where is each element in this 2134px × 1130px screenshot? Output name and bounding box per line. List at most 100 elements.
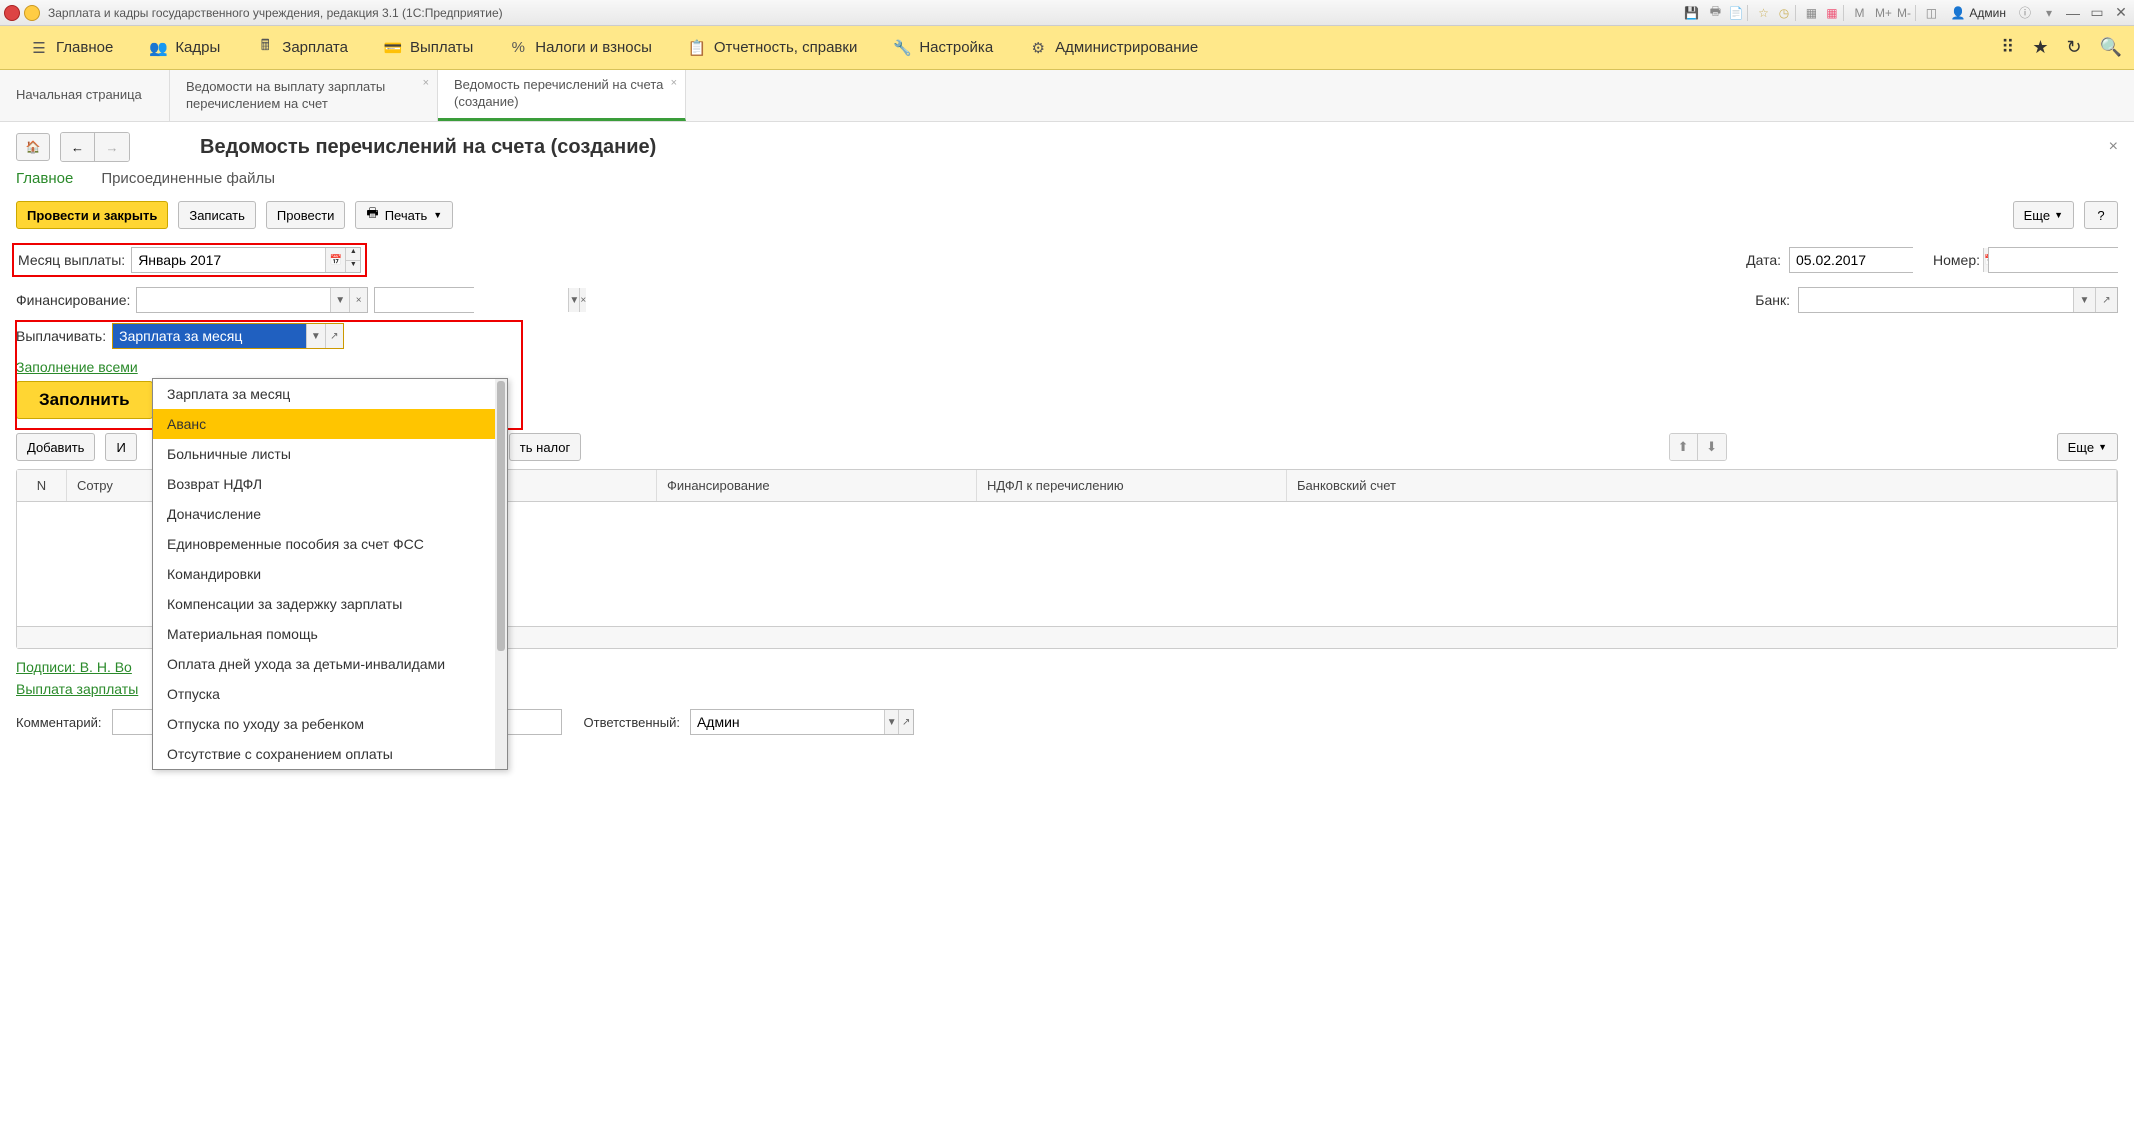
clear-button[interactable]: × <box>579 288 586 312</box>
dropdown-icon[interactable]: ▾ <box>2040 5 2058 21</box>
bank-input[interactable] <box>1799 288 2073 312</box>
grid-col-ndfl[interactable]: НДФЛ к перечислению <box>977 470 1287 501</box>
more2-button[interactable]: Еще ▼ <box>2057 433 2118 461</box>
financing-input[interactable] <box>137 288 330 312</box>
pay-field[interactable]: ▼ ↗ <box>112 323 344 349</box>
save-button[interactable]: Записать <box>178 201 256 229</box>
home-button[interactable] <box>16 133 50 161</box>
tab-close-icon[interactable]: × <box>671 76 677 90</box>
month-spinner[interactable]: ▲▼ <box>345 248 360 272</box>
dd-item-compensation[interactable]: Компенсации за задержку зарплаты <box>153 589 495 619</box>
menu-main[interactable]: ☰Главное <box>12 26 131 69</box>
move-up-button[interactable]: ⬆ <box>1670 434 1698 460</box>
bank-field[interactable]: ▼ ↗ <box>1798 287 2118 313</box>
dd-item-trips[interactable]: Командировки <box>153 559 495 589</box>
dd-item-avans[interactable]: Аванс <box>153 409 495 439</box>
menu-admin[interactable]: ⚙Администрирование <box>1011 26 1216 69</box>
chevron-down-icon[interactable]: ▼ <box>330 288 349 312</box>
menu-settings[interactable]: 🔧Настройка <box>875 26 1011 69</box>
dd-item-additional[interactable]: Доначисление <box>153 499 495 529</box>
financing2-input[interactable] <box>375 288 568 312</box>
grid-col-bank[interactable]: Банковский счет <box>1287 470 2117 501</box>
dd-item-absence[interactable]: Отсутствие с сохранением оплаты <box>153 739 495 769</box>
panel-icon[interactable]: ◫ <box>1922 5 1940 21</box>
partial-button[interactable]: И <box>105 433 136 461</box>
fill-all-link[interactable]: Заполнение всеми <box>16 359 138 375</box>
m-icon[interactable]: M <box>1850 5 1868 21</box>
menu-taxes[interactable]: %Налоги и взносы <box>491 26 670 69</box>
menu-reports[interactable]: 📋Отчетность, справки <box>670 26 875 69</box>
grid-icon[interactable]: ▦ <box>1802 5 1820 21</box>
calendar-button[interactable]: 📅 <box>325 248 345 272</box>
grid-col-employee[interactable]: Сотру <box>67 470 153 501</box>
calendar-icon[interactable]: ▦ <box>1826 5 1844 21</box>
clear-button[interactable]: × <box>349 288 368 312</box>
back-button[interactable] <box>61 133 95 161</box>
m-minus-icon[interactable]: M- <box>1898 5 1916 21</box>
menu-payments[interactable]: 💳Выплаты <box>366 26 491 69</box>
chevron-down-icon[interactable]: ▼ <box>2073 288 2095 312</box>
signatures-link[interactable]: Подписи: В. Н. Во <box>16 659 132 675</box>
subtab-files[interactable]: Присоединенные файлы <box>101 170 275 187</box>
dd-item-vacation[interactable]: Отпуска <box>153 679 495 709</box>
print-button[interactable]: 🖶Печать ▼ <box>355 201 453 229</box>
menu-salary[interactable]: 🖩Зарплата <box>238 26 366 69</box>
page-close-icon[interactable]: × <box>2109 138 2118 156</box>
fill-button[interactable]: Заполнить <box>16 381 153 419</box>
tab-vedomost-create[interactable]: Ведомость перечислений на счета (создани… <box>438 70 686 121</box>
dd-item-aid[interactable]: Материальная помощь <box>153 619 495 649</box>
post-button[interactable]: Провести <box>266 201 346 229</box>
responsible-field[interactable]: ▼ ↗ <box>690 709 914 735</box>
minimize-button[interactable]: — <box>2064 5 2082 21</box>
forward-button[interactable] <box>95 133 129 161</box>
dd-item-fss[interactable]: Единовременные пособия за счет ФСС <box>153 529 495 559</box>
date-field[interactable]: 📅 <box>1789 247 1913 273</box>
add-button[interactable]: Добавить <box>16 433 95 461</box>
search-icon[interactable]: 🔍 <box>2100 37 2122 58</box>
post-close-button[interactable]: Провести и закрыть <box>16 201 168 229</box>
responsible-input[interactable] <box>691 710 884 734</box>
dd-item-salary[interactable]: Зарплата за месяц <box>153 379 495 409</box>
move-down-button[interactable]: ⬇ <box>1698 434 1726 460</box>
financing2-field[interactable]: ▼ × <box>374 287 474 313</box>
tax-button[interactable]: ть налог <box>509 433 581 461</box>
open-button[interactable]: ↗ <box>898 710 913 734</box>
dd-item-childcare[interactable]: Оплата дней ухода за детьми-инвалидами <box>153 649 495 679</box>
dropdown-scrollbar[interactable] <box>495 379 507 769</box>
month-field[interactable]: 📅 ▲▼ <box>131 247 361 273</box>
dd-item-ndfl-return[interactable]: Возврат НДФЛ <box>153 469 495 499</box>
payout-link[interactable]: Выплата зарплаты <box>16 681 138 697</box>
number-field[interactable] <box>1988 247 2118 273</box>
grid-col-financing[interactable]: Финансирование <box>657 470 977 501</box>
apps-icon[interactable]: ⠿ <box>2001 37 2014 58</box>
chevron-down-icon[interactable]: ▼ <box>306 324 325 348</box>
save-icon[interactable]: 💾 <box>1682 5 1700 21</box>
month-input[interactable] <box>132 248 325 272</box>
favorite-icon[interactable]: ★ <box>2032 37 2048 58</box>
menu-hr[interactable]: 👥Кадры <box>131 26 238 69</box>
clock-icon[interactable]: ◷ <box>1778 5 1796 21</box>
tab-close-icon[interactable]: × <box>423 76 429 90</box>
info-icon[interactable]: ⓘ <box>2016 5 2034 21</box>
chevron-down-icon[interactable]: ▼ <box>568 288 579 312</box>
subtab-main[interactable]: Главное <box>16 170 73 187</box>
chevron-down-icon[interactable]: ▼ <box>884 710 899 734</box>
help-button[interactable]: ? <box>2084 201 2118 229</box>
tab-start[interactable]: Начальная страница <box>0 70 170 121</box>
m-plus-icon[interactable]: M+ <box>1874 5 1892 21</box>
dd-item-sick[interactable]: Больничные листы <box>153 439 495 469</box>
history-icon[interactable]: ↻ <box>2066 37 2081 58</box>
financing-field[interactable]: ▼ × <box>136 287 368 313</box>
more-button[interactable]: Еще ▼ <box>2013 201 2074 229</box>
user-chip[interactable]: 👤 Админ <box>1946 6 2010 20</box>
pay-input[interactable] <box>113 324 306 348</box>
open-button[interactable]: ↗ <box>2095 288 2117 312</box>
star-icon[interactable]: ☆ <box>1754 5 1772 21</box>
maximize-button[interactable]: ▭ <box>2088 4 2106 21</box>
close-button[interactable]: ✕ <box>2112 4 2130 21</box>
grid-col-n[interactable]: N <box>17 470 67 501</box>
print-icon[interactable]: 🖶 <box>1706 5 1724 21</box>
doc-icon[interactable]: 📄 <box>1730 5 1748 21</box>
dd-item-maternity[interactable]: Отпуска по уходу за ребенком <box>153 709 495 739</box>
open-button[interactable]: ↗ <box>325 324 344 348</box>
